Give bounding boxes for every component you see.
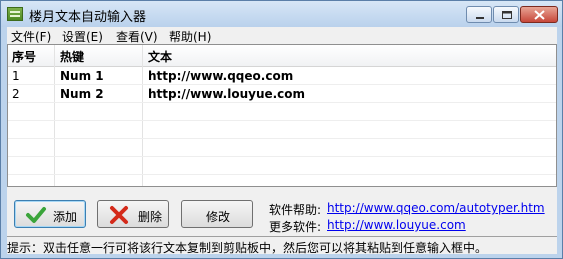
grid-line (8, 138, 556, 139)
row-index: 1 (12, 69, 20, 83)
row-text: http://www.qqeo.com (148, 69, 294, 83)
delete-button[interactable]: 删除 (97, 200, 169, 228)
maximize-icon (502, 11, 512, 19)
status-bar: 提示：双击任意一行可将该行文本复制到剪贴板中，然后您可以将其粘贴到任意输入框中。 (7, 236, 557, 255)
close-icon (534, 10, 545, 20)
column-header-text[interactable]: 文本 (148, 48, 172, 65)
row-index: 2 (12, 87, 20, 101)
delete-button-label: 删除 (138, 210, 163, 224)
column-header-index[interactable]: 序号 (12, 48, 36, 65)
app-window: 楼月文本自动输入器 文件(F) 设置(E) 查看(V) 帮助(H) 序号 热键 … (0, 0, 563, 259)
menu-settings[interactable]: 设置(E) (62, 28, 103, 45)
menu-view[interactable]: 查看(V) (116, 28, 158, 45)
menu-help[interactable]: 帮助(H) (169, 28, 211, 45)
grid-line (8, 156, 556, 157)
app-icon (7, 7, 23, 21)
menu-bar: 文件(F) 设置(E) 查看(V) 帮助(H) (7, 27, 557, 44)
hotkey-table[interactable]: 序号 热键 文本 1 Num 1 http://www.qqeo.com 2 N… (7, 44, 557, 187)
menu-file[interactable]: 文件(F) (11, 28, 51, 45)
row-text: http://www.louyue.com (148, 87, 306, 101)
edit-button[interactable]: 修改 (181, 200, 253, 228)
help-label: 软件帮助: (269, 203, 322, 217)
table-row[interactable]: 1 Num 1 http://www.qqeo.com (8, 67, 556, 85)
table-row[interactable]: 2 Num 2 http://www.louyue.com (8, 85, 556, 103)
maximize-button[interactable] (493, 6, 519, 23)
minimize-button[interactable] (466, 6, 492, 23)
status-hint: 提示：双击任意一行可将该行文本复制到剪贴板中，然后您可以将其粘贴到任意输入框中。 (7, 241, 488, 255)
check-icon (26, 207, 46, 223)
table-header: 序号 热键 文本 (8, 45, 556, 67)
column-header-hotkey[interactable]: 热键 (60, 48, 84, 65)
grid-line (8, 174, 556, 175)
title-bar[interactable]: 楼月文本自动输入器 (1, 1, 562, 27)
x-icon (110, 206, 128, 224)
row-hotkey: Num 1 (60, 69, 104, 83)
close-button[interactable] (520, 6, 558, 23)
client-area: 序号 热键 文本 1 Num 1 http://www.qqeo.com 2 N… (7, 44, 557, 255)
help-link[interactable]: http://www.qqeo.com/autotyper.htm (327, 201, 545, 215)
add-button[interactable]: 添加 (14, 200, 86, 228)
row-hotkey: Num 2 (60, 87, 104, 101)
grid-line (8, 120, 556, 121)
more-software-link[interactable]: http://www.louyue.com (327, 218, 466, 232)
edit-button-label: 修改 (206, 210, 231, 224)
more-software-label: 更多软件: (269, 220, 322, 234)
add-button-label: 添加 (53, 210, 78, 224)
window-title: 楼月文本自动输入器 (29, 10, 147, 25)
minimize-icon (476, 17, 484, 19)
